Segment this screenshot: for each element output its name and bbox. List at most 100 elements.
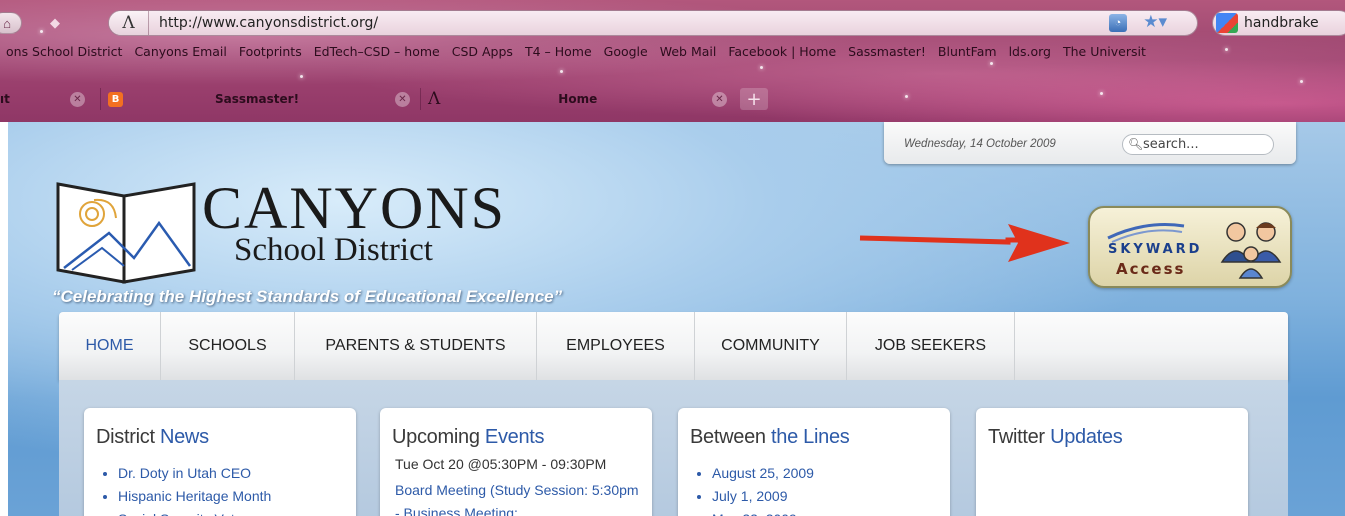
bookmark-link[interactable]: Facebook | Home (722, 44, 842, 64)
between-the-lines-panel: Between the Lines August 25, 2009 July 1… (678, 408, 950, 516)
addon-button[interactable]: ◆ (42, 12, 68, 34)
news-list: Dr. Doty in Utah CEO Hispanic Heritage M… (118, 462, 271, 516)
close-icon[interactable]: ✕ (395, 91, 410, 107)
tab-label: Home (558, 92, 598, 106)
site-identity-icon[interactable]: Λ (109, 11, 149, 35)
twitter-updates-panel: Twitter Updates (976, 408, 1248, 516)
new-tab-button[interactable]: + (740, 86, 768, 112)
bookmark-link[interactable]: lds.org (1003, 44, 1057, 64)
panel-title-a: Upcoming (392, 426, 485, 448)
tab-1-close[interactable]: ✕ (70, 86, 85, 112)
url-text[interactable]: http://www.canyonsdistrict.org/ (159, 15, 378, 31)
tab-label: ıt (0, 92, 10, 106)
bookmark-link[interactable]: Sassmaster! (842, 44, 932, 64)
panel-title: Between the Lines (690, 426, 850, 449)
tagline: “Celebrating the Highest Standards of Ed… (52, 287, 563, 306)
url-bar[interactable]: Λ http://www.canyonsdistrict.org/ ◔ ★▾ (108, 10, 1198, 36)
close-icon[interactable]: ✕ (712, 91, 727, 107)
bookmark-link[interactable]: The Universit (1057, 44, 1152, 64)
issue-link[interactable]: July 1, 2009 (712, 485, 814, 508)
current-date: Wednesday, 14 October 2009 (904, 138, 1056, 150)
tab-3[interactable]: Λ Home (428, 86, 597, 112)
sparkle (1225, 48, 1228, 51)
skyward-swoosh-icon (1107, 223, 1185, 243)
search-placeholder: search... (1143, 137, 1199, 152)
event-date: Tue Oct 20 @05:30PM - 09:30PM (395, 456, 607, 472)
nav-job-seekers[interactable]: JOB SEEKERS (847, 312, 1015, 380)
lines-list: August 25, 2009 July 1, 2009 May 22, 200… (712, 462, 814, 516)
upcoming-events-panel: Upcoming Events Tue Oct 20 @05:30PM - 09… (380, 408, 652, 516)
red-arrow-annotation (859, 224, 1070, 262)
panel-title-b[interactable]: the Lines (771, 426, 850, 448)
skyward-access-button[interactable]: SKYWARD Access (1088, 206, 1292, 288)
event-link[interactable]: Board Meeting (Study Session: 5:30pm - B… (395, 479, 645, 516)
district-logo[interactable]: CANYONS School District (54, 178, 514, 290)
tab-strip: ıt ✕ B Sassmaster! ✕ Λ Home ✕ + (0, 86, 1345, 112)
home-button[interactable]: ⌂ (0, 12, 22, 34)
panel-title-a: Twitter (988, 426, 1051, 448)
bookmark-link[interactable]: EdTech–CSD – home (308, 44, 446, 64)
bookmark-link[interactable]: BluntFam (932, 44, 1003, 64)
main-navigation: HOME SCHOOLS PARENTS & STUDENTS EMPLOYEE… (59, 312, 1288, 392)
bookmark-link[interactable]: T4 – Home (519, 44, 598, 64)
skyward-access-label: Access (1116, 260, 1186, 278)
home-icon: ⌂ (3, 15, 11, 31)
people-icon (1220, 222, 1282, 279)
tab-2-close[interactable]: ✕ (395, 86, 410, 112)
sparkle (760, 66, 763, 69)
district-news-panel: District News Dr. Doty in Utah CEO Hispa… (84, 408, 356, 516)
panel-title-a: District (96, 426, 160, 448)
browser-search-box[interactable]: handbrake (1212, 10, 1345, 36)
bookmark-link[interactable]: Web Mail (654, 44, 723, 64)
nav-parents-students[interactable]: PARENTS & STUDENTS (295, 312, 537, 380)
news-link[interactable]: Social Security Vote (118, 508, 271, 516)
date-search-strip: Wednesday, 14 October 2009 🔍︎ search... (884, 122, 1296, 164)
panel-title-b[interactable]: News (160, 426, 209, 448)
close-icon[interactable]: ✕ (70, 91, 85, 107)
browser-chrome: ⌂ ◆ Λ http://www.canyonsdistrict.org/ ◔ … (0, 0, 1345, 122)
tab-1[interactable]: ıt (0, 86, 10, 112)
bookmark-star-icon[interactable]: ★▾ (1143, 12, 1167, 32)
tab-label: Sassmaster! (215, 92, 300, 106)
browser-search-text[interactable]: handbrake (1244, 15, 1319, 31)
site-search-input[interactable]: 🔍︎ search... (1122, 134, 1274, 155)
nav-schools[interactable]: SCHOOLS (161, 312, 295, 380)
news-link[interactable]: Hispanic Heritage Month (118, 485, 271, 508)
site-favicon-icon: Λ (428, 89, 441, 109)
sparkle (560, 70, 563, 73)
tab-separator (420, 88, 421, 110)
bookmark-link[interactable]: CSD Apps (446, 44, 519, 64)
panel-title: Twitter Updates (988, 426, 1123, 449)
bookmark-link[interactable]: Google (598, 44, 654, 64)
skyward-title: SKYWARD (1108, 242, 1203, 257)
issue-link[interactable]: May 22, 2009 (712, 508, 814, 516)
logo-sub-text: School District (234, 232, 433, 268)
nav-home[interactable]: HOME (59, 312, 161, 380)
panel-title: Upcoming Events (392, 426, 545, 449)
addon-icon: ◆ (50, 15, 60, 30)
news-link[interactable]: Dr. Doty in Utah CEO (118, 462, 271, 485)
logo-name-text: CANYONS (202, 175, 507, 241)
sparkle (300, 75, 303, 78)
search-icon: 🔍︎ (1128, 137, 1144, 151)
panel-title-a: Between (690, 426, 771, 448)
web-page: Wednesday, 14 October 2009 🔍︎ search... … (8, 122, 1345, 516)
nav-community[interactable]: COMMUNITY (695, 312, 847, 380)
bookmark-link[interactable]: Canyons Email (128, 44, 232, 64)
panel-title-b[interactable]: Updates (1050, 426, 1123, 448)
rss-icon[interactable]: ◔ (1109, 14, 1127, 32)
bookmark-link[interactable]: Footprints (233, 44, 308, 64)
sparkle (1300, 80, 1303, 83)
plus-icon: + (740, 88, 768, 110)
issue-link[interactable]: August 25, 2009 (712, 462, 814, 485)
tab-separator (100, 88, 101, 110)
tab-3-close[interactable]: ✕ (712, 86, 727, 112)
google-icon[interactable] (1216, 13, 1238, 33)
nav-employees[interactable]: EMPLOYEES (537, 312, 695, 380)
book-mountains-logo-icon (56, 182, 196, 284)
bookmark-link[interactable]: ons School District (0, 44, 128, 64)
panel-title-b[interactable]: Events (485, 426, 545, 448)
panel-title: District News (96, 426, 209, 449)
tab-2[interactable]: B Sassmaster! (108, 86, 299, 112)
bookmarks-bar: ons School District Canyons Email Footpr… (0, 44, 1152, 64)
